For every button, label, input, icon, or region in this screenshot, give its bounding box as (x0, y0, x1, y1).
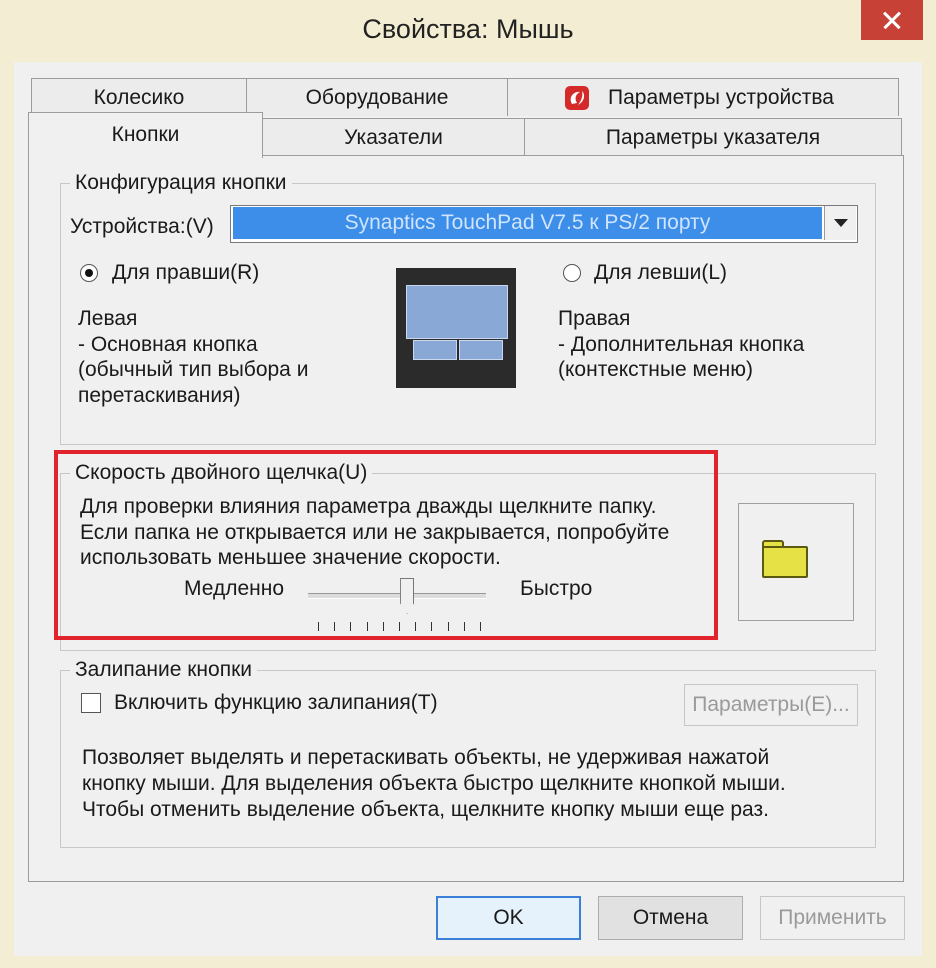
synaptics-logo-icon (565, 86, 589, 110)
left-handed-radio[interactable] (563, 264, 581, 282)
click-lock-settings-button[interactable]: Параметры(E)... (684, 684, 858, 726)
right-handed-label[interactable]: Для правши(R) (112, 260, 259, 286)
window-title: Свойства: Мышь (362, 14, 574, 44)
click-lock-desc-2: кнопку мыши. Для выделения объекта быстр… (82, 772, 786, 795)
touchpad-right-button (459, 340, 503, 360)
click-lock-desc-1: Позволяет выделять и перетаскивать объек… (82, 746, 770, 769)
left-button-desc-3: перетаскивания) (78, 384, 241, 407)
window-bottom-border (14, 956, 922, 968)
click-lock-label[interactable]: Включить функцию залипания(T) (114, 690, 438, 716)
close-icon[interactable] (861, 0, 923, 40)
right-handed-radio[interactable] (80, 264, 98, 282)
tab-device-settings[interactable]: Параметры устройства (507, 78, 899, 116)
right-button-title: Правая (558, 307, 631, 330)
devices-label: Устройства:(V) (70, 215, 214, 238)
click-lock-checkbox[interactable] (81, 693, 101, 713)
chevron-down-icon[interactable] (824, 206, 856, 240)
button-config-legend: Конфигурация кнопки (70, 172, 292, 194)
touchpad-left-button (413, 340, 457, 360)
ok-button[interactable]: OK (436, 896, 581, 940)
click-lock-legend: Залипание кнопки (70, 659, 257, 681)
left-button-title: Левая (78, 307, 138, 330)
device-select-value: Synaptics TouchPad V7.5 к PS/2 порту (233, 207, 822, 239)
touchpad-surface (406, 285, 508, 339)
left-handed-label[interactable]: Для левши(L) (594, 260, 727, 286)
tab-pointers[interactable]: Указатели (262, 118, 525, 156)
cancel-button[interactable]: Отмена (598, 896, 743, 940)
mouse-properties-window: Свойства: Мышь Колесико Оборудование Пар… (0, 0, 936, 968)
tab-pointer-options[interactable]: Параметры указателя (524, 118, 902, 156)
tab-buttons[interactable]: Кнопки (28, 112, 263, 158)
left-button-desc-1: - Основная кнопка (78, 333, 258, 356)
right-button-desc-2: (контекстные меню) (558, 358, 753, 381)
tab-wheel[interactable]: Колесико (31, 78, 247, 116)
left-button-desc-2: (обычный тип выбора и (78, 358, 309, 381)
double-click-legend: Скорость двойного щелчка(U) (70, 462, 373, 484)
click-lock-desc-3: Чтобы отменить выделение объекта, щелкни… (82, 798, 769, 821)
folder-icon[interactable] (762, 546, 808, 578)
apply-button[interactable]: Применить (760, 896, 905, 940)
right-button-desc-1: - Дополнительная кнопка (558, 333, 805, 356)
tab-hardware[interactable]: Оборудование (246, 78, 508, 116)
